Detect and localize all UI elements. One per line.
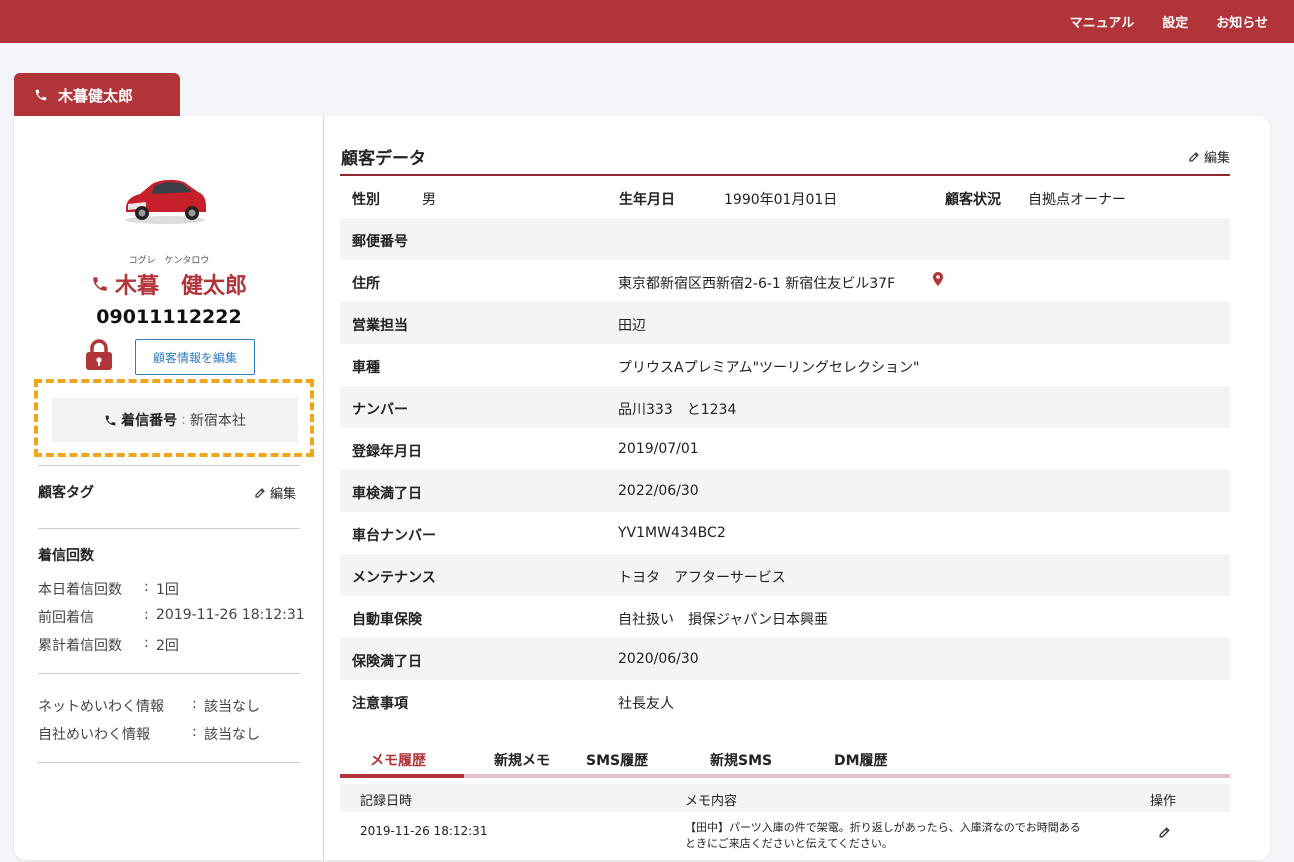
customer-tags-title: 顧客タグ — [38, 485, 94, 501]
data-row-registration-date: 登録年月日 2019/07/01 — [352, 441, 699, 460]
customer-phone-number: 09011112222 — [96, 306, 242, 328]
history-tabs: メモ履歴 新規メモ SMS履歴 新規SMS DM履歴 — [340, 740, 1230, 780]
incoming-label: 着信番号 — [121, 413, 178, 429]
incoming-highlight: 着信番号 : 新宿本社 — [34, 379, 314, 457]
customer-data-title: 顧客データ — [341, 149, 426, 169]
tags-edit-label: 編集 — [270, 487, 297, 502]
tab-new-sms[interactable]: 新規SMS — [710, 750, 772, 770]
incoming-number-box: 着信番号 : 新宿本社 — [52, 398, 298, 442]
tab-underline-active — [340, 774, 464, 778]
incoming-separator: : — [181, 412, 186, 428]
incoming-value: 新宿本社 — [189, 413, 246, 429]
data-row-basic: 性別 男 生年月日 1990年01月01日 顧客状況 自拠点オーナー — [340, 176, 1230, 218]
top-bar: マニュアル 設定 お知らせ — [0, 0, 1294, 43]
memo-content: 【田中】パーツ入庫の件で架電。折り返しがあったら、入庫済なのでお時間ある ときに… — [685, 821, 1081, 850]
customer-card: コグレ ケンタロウ 木暮 健太郎 09011112222 顧客情報を編集 着信番… — [14, 116, 1270, 860]
phone-icon — [104, 414, 117, 427]
call-count-title: 着信回数 — [38, 548, 94, 564]
phone-icon — [34, 88, 48, 102]
data-row-insurance: 自動車保険 自社扱い 損保ジャパン日本興亜 — [352, 612, 828, 628]
tab-dm-history[interactable]: DM履歴 — [834, 750, 888, 770]
customer-name-tab-label: 木暮健太郎 — [58, 86, 134, 105]
divider — [38, 528, 300, 529]
customer-name-tab[interactable]: 木暮健太郎 — [14, 73, 180, 117]
manual-link[interactable]: マニュアル — [1070, 12, 1135, 31]
edit-icon — [255, 487, 265, 498]
data-row-insurance-expiry: 保険満了日 2020/06/30 — [340, 638, 1230, 680]
lock-icon[interactable] — [84, 339, 114, 371]
customer-name-text: 木暮 健太郎 — [114, 274, 247, 299]
divider — [38, 465, 300, 466]
edit-customer-button[interactable]: 顧客情報を編集 — [135, 339, 255, 375]
data-row-notes: 注意事項 社長友人 — [352, 696, 674, 712]
data-row-chassis-number: 車台ナンバー YV1MW434BC2 — [352, 525, 726, 544]
customer-data-edit-label: 編集 — [1203, 151, 1230, 166]
car-image — [125, 179, 206, 224]
top-nav: マニュアル 設定 お知らせ — [1070, 0, 1268, 43]
divider — [38, 762, 300, 763]
tab-new-memo[interactable]: 新規メモ — [494, 750, 550, 770]
header-date: 記録日時 — [360, 794, 413, 809]
stat-total-calls: 累計着信回数:2回 — [38, 635, 179, 654]
customer-name-ruby: コグレ ケンタロウ — [128, 256, 210, 266]
edit-icon — [1189, 151, 1199, 162]
map-pin-icon[interactable] — [933, 272, 943, 286]
customer-data-edit-button[interactable]: 編集 — [1188, 147, 1230, 166]
tags-edit-button[interactable]: 編集 — [254, 483, 296, 502]
data-row-plate: ナンバー 品川333 と1234 — [340, 386, 1230, 428]
data-row-maintenance: メンテナンス トヨタ アフターサービス — [340, 554, 1230, 596]
phone-icon — [91, 275, 109, 293]
customer-sidebar: コグレ ケンタロウ 木暮 健太郎 09011112222 顧客情報を編集 着信番… — [14, 116, 324, 860]
data-row-postal: 郵便番号 — [340, 218, 1230, 260]
header-memo: メモ内容 — [685, 794, 738, 809]
status-label: 顧客状況 — [945, 192, 1001, 208]
divider — [38, 673, 300, 674]
own-meiwaku-info: 自社めいわく情報: 該当なし — [38, 724, 260, 743]
edit-icon[interactable] — [1158, 826, 1171, 839]
table-row: 2019-11-26 18:12:31 【田中】パーツ入庫の件で架電。折り返しが… — [340, 812, 1230, 860]
gender-label: 性別 — [352, 192, 380, 208]
tab-memo-history[interactable]: メモ履歴 — [370, 750, 426, 770]
data-row-car-model: 車種 プリウスAプレミアム"ツーリングセレクション" — [352, 360, 920, 376]
data-row-address: 住所 東京都新宿区西新宿2-6-1 新宿住友ビル37F — [340, 260, 1230, 302]
tab-sms-history[interactable]: SMS履歴 — [586, 750, 648, 770]
settings-link[interactable]: 設定 — [1162, 12, 1188, 31]
birth-label: 生年月日 — [619, 192, 675, 208]
customer-data-panel: 顧客データ 編集 性別 男 生年月日 1990年01月01日 顧客状況 自拠点オ… — [325, 116, 1270, 860]
stat-today-calls: 本日着信回数:1回 — [38, 579, 179, 598]
stat-last-call: 前回着信:2019-11-26 18:12:31 — [38, 607, 305, 626]
customer-name[interactable]: 木暮 健太郎 — [14, 268, 324, 300]
data-row-inspection-date: 車検満了日 2022/06/30 — [340, 470, 1230, 512]
memo-table-header: 記録日時 メモ内容 操作 — [340, 784, 1230, 812]
tab-underline — [340, 774, 1230, 778]
gender-value: 男 — [422, 192, 436, 208]
status-value: 自拠点オーナー — [1028, 192, 1126, 208]
data-row-sales-rep: 営業担当 田辺 — [340, 302, 1230, 344]
notices-link[interactable]: お知らせ — [1216, 12, 1268, 31]
net-meiwaku-info: ネットめいわく情報: 該当なし — [38, 696, 260, 715]
memo-date: 2019-11-26 18:12:31 — [360, 824, 488, 838]
header-actions: 操作 — [1150, 794, 1177, 809]
birth-value: 1990年01月01日 — [724, 192, 838, 208]
